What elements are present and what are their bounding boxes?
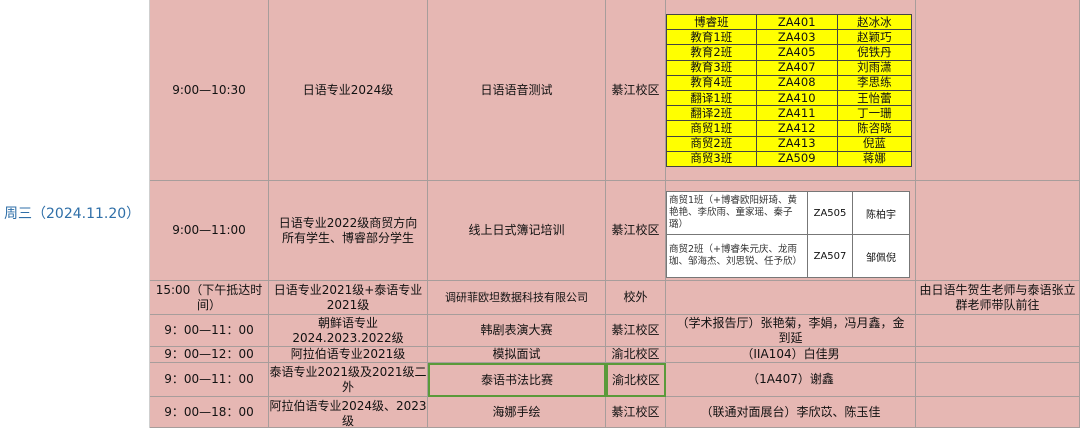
note-cell[interactable] xyxy=(916,315,1080,347)
teacher-name: 王怡蕾 xyxy=(837,90,913,107)
exam-room-row: 翻译1班 ZA410 王怡蕾 xyxy=(666,90,913,107)
teacher-name: 邹佩倪 xyxy=(852,234,910,278)
class-name: 翻译1班 xyxy=(666,90,757,107)
location-cell-selected[interactable]: 渝北校区 xyxy=(606,363,666,397)
activity-cell[interactable]: 模拟面试 xyxy=(428,347,606,363)
participants-cell[interactable]: 泰语专业2021级及2021级二外 xyxy=(269,363,428,397)
exam-room-row: 教育2班 ZA405 倪铁丹 xyxy=(666,44,913,61)
class-name: 商贸3班 xyxy=(666,151,757,167)
class-name: 商贸2班 xyxy=(666,136,757,152)
detail-cell[interactable] xyxy=(666,281,916,315)
training-room-row: 商贸1班（+博睿欧阳妍琦、黄艳艳、李欣雨、童家瑶、秦子璐） ZA505 陈柏宇 xyxy=(666,191,910,235)
exam-room-row: 翻译2班 ZA411 丁一珊 xyxy=(666,105,913,122)
class-name: 教育2班 xyxy=(666,44,757,61)
training-room-row: 商贸2班（+博睿朱元庆、龙雨珈、邹海杰、刘思锐、任予欣） ZA507 邹佩倪 xyxy=(666,234,910,278)
class-name: 商贸1班 xyxy=(666,120,757,137)
time-cell[interactable]: 9：00—12：00 xyxy=(150,347,269,363)
activity-cell[interactable]: 日语语音测试 xyxy=(428,0,606,181)
room-number: ZA407 xyxy=(756,60,838,76)
location-cell[interactable]: 綦江校区 xyxy=(606,181,666,281)
participants-cell[interactable]: 阿拉伯语专业2024级、2023级 xyxy=(269,397,428,428)
note-cell[interactable] xyxy=(916,0,1080,181)
room-number: ZA411 xyxy=(756,105,838,122)
location-cell[interactable]: 綦江校区 xyxy=(606,0,666,181)
time-cell[interactable]: 9：00—11：00 xyxy=(150,315,269,347)
activity-cell[interactable]: 韩剧表演大赛 xyxy=(428,315,606,347)
exam-room-row: 教育4班 ZA408 李思练 xyxy=(666,75,913,91)
participants-cell[interactable]: 阿拉伯语专业2021级 xyxy=(269,347,428,363)
teacher-name: 丁一珊 xyxy=(837,105,913,122)
class-name: 教育4班 xyxy=(666,75,757,91)
training-room-table: 商贸1班（+博睿欧阳妍琦、黄艳艳、李欣雨、童家瑶、秦子璐） ZA505 陈柏宇 … xyxy=(666,191,910,278)
room-number: ZA408 xyxy=(756,75,838,91)
teacher-name: 刘雨潇 xyxy=(837,60,913,76)
teacher-name: 倪蓝 xyxy=(837,136,913,152)
exam-room-row: 商贸2班 ZA413 倪蓝 xyxy=(666,136,913,152)
room-number: ZA413 xyxy=(756,136,838,152)
location-cell[interactable]: 綦江校区 xyxy=(606,397,666,428)
class-name: 教育3班 xyxy=(666,60,757,76)
time-cell[interactable]: 9:00—11:00 xyxy=(150,181,269,281)
note-cell[interactable]: 由日语牛贺生老师与泰语张立群老师带队前往 xyxy=(916,281,1080,315)
time-cell[interactable]: 9:00—10:30 xyxy=(150,0,269,181)
time-cell[interactable]: 15:00（下午抵达时间） xyxy=(150,281,269,315)
note-cell[interactable] xyxy=(916,363,1080,397)
room-number: ZA509 xyxy=(756,151,838,167)
teacher-name: 陈咨晓 xyxy=(837,120,913,137)
location-cell[interactable]: 校外 xyxy=(606,281,666,315)
class-name: 博睿班 xyxy=(666,13,757,31)
exam-room-row: 教育3班 ZA407 刘雨潇 xyxy=(666,60,913,76)
exam-room-row: 博睿班 ZA401 赵冰冰 xyxy=(666,13,913,31)
room-number: ZA412 xyxy=(756,120,838,137)
teacher-name: 倪铁丹 xyxy=(837,44,913,61)
teacher-name: 赵颖巧 xyxy=(837,29,913,46)
detail-cell[interactable]: （学术报告厅）张艳菊，李娟，冯月鑫，金到延 xyxy=(666,315,916,347)
location-cell[interactable]: 綦江校区 xyxy=(606,315,666,347)
room-number: ZA403 xyxy=(756,29,838,46)
exam-room-row: 教育1班 ZA403 赵颖巧 xyxy=(666,29,913,46)
class-name: 商贸1班（+博睿欧阳妍琦、黄艳艳、李欣雨、童家瑶、秦子璐） xyxy=(666,191,808,235)
class-name: 翻译2班 xyxy=(666,105,757,122)
note-cell[interactable] xyxy=(916,347,1080,363)
note-cell[interactable] xyxy=(916,181,1080,281)
room-number: ZA410 xyxy=(756,90,838,107)
activity-cell[interactable]: 调研菲欧坦数据科技有限公司 xyxy=(428,281,606,315)
class-name: 商贸2班（+博睿朱元庆、龙雨珈、邹海杰、刘思锐、任予欣） xyxy=(666,234,808,278)
activity-cell-selected[interactable]: 泰语书法比赛 xyxy=(428,363,606,397)
participants-cell[interactable]: 日语专业2022级商贸方向所有学生、博睿部分学生 xyxy=(269,181,428,281)
note-cell[interactable] xyxy=(916,397,1080,428)
schedule-sheet: 周三（2024.11.20） 9:00—10:30 日语专业2024级 日语语音… xyxy=(0,0,1080,428)
activity-cell[interactable]: 海娜手绘 xyxy=(428,397,606,428)
room-number: ZA507 xyxy=(807,234,853,278)
exam-room-row: 商贸1班 ZA412 陈咨晓 xyxy=(666,120,913,137)
participants-cell[interactable]: 日语专业2021级+泰语专业2021级 xyxy=(269,281,428,315)
detail-cell[interactable]: （IIA104）白佳男 xyxy=(666,347,916,363)
teacher-name: 蒋娜 xyxy=(837,151,913,167)
exam-room-table: 博睿班 ZA401 赵冰冰 教育1班 ZA403 赵颖巧 教育2班 ZA405 倪铁丹 教育… xyxy=(666,13,913,167)
participants-cell[interactable]: 朝鲜语专业2024.2023.2022级 xyxy=(269,315,428,347)
time-cell[interactable]: 9：00—11：00 xyxy=(150,363,269,397)
teacher-name: 陈柏宇 xyxy=(852,191,910,235)
teacher-name: 赵冰冰 xyxy=(837,13,913,31)
detail-cell[interactable]: （1A407）谢鑫 xyxy=(666,363,916,397)
room-number: ZA505 xyxy=(807,191,853,235)
participants-cell[interactable]: 日语专业2024级 xyxy=(269,0,428,181)
room-number: ZA405 xyxy=(756,44,838,61)
exam-room-row: 商贸3班 ZA509 蒋娜 xyxy=(666,151,913,167)
activity-cell[interactable]: 线上日式簿记培训 xyxy=(428,181,606,281)
day-cell[interactable]: 周三（2024.11.20） xyxy=(0,0,150,428)
location-cell[interactable]: 渝北校区 xyxy=(606,347,666,363)
detail-cell[interactable]: （联通对面展台）李欣苡、陈玉佳 xyxy=(666,397,916,428)
time-cell[interactable]: 9：00—18：00 xyxy=(150,397,269,428)
teacher-name: 李思练 xyxy=(837,75,913,91)
class-name: 教育1班 xyxy=(666,29,757,46)
room-number: ZA401 xyxy=(756,13,838,31)
